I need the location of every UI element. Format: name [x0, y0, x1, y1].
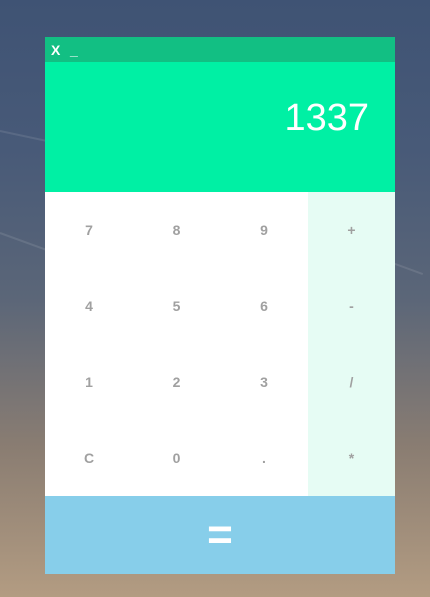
key-9[interactable]: 9: [220, 192, 308, 268]
key-0[interactable]: 0: [133, 420, 220, 496]
title-bar: X _: [45, 37, 395, 62]
key-5[interactable]: 5: [133, 268, 220, 344]
close-button[interactable]: X: [51, 41, 60, 59]
key-7[interactable]: 7: [45, 192, 133, 268]
display-value: 1337: [284, 97, 369, 139]
key-1[interactable]: 1: [45, 344, 133, 420]
key-8[interactable]: 8: [133, 192, 220, 268]
key-6[interactable]: 6: [220, 268, 308, 344]
key-3[interactable]: 3: [220, 344, 308, 420]
minimize-button[interactable]: _: [70, 41, 78, 59]
equals-button[interactable]: =: [45, 496, 395, 574]
display-panel: 1337: [45, 62, 395, 192]
key-plus[interactable]: +: [308, 192, 395, 268]
key-multiply[interactable]: *: [308, 420, 395, 496]
key-2[interactable]: 2: [133, 344, 220, 420]
key-clear[interactable]: C: [45, 420, 133, 496]
key-4[interactable]: 4: [45, 268, 133, 344]
key-minus[interactable]: -: [308, 268, 395, 344]
calculator-window: X _ 1337 7 8 9 + 4 5 6 - 1 2 3 / C 0 . *…: [45, 37, 395, 574]
keypad: 7 8 9 + 4 5 6 - 1 2 3 / C 0 . *: [45, 192, 395, 496]
key-divide[interactable]: /: [308, 344, 395, 420]
key-decimal[interactable]: .: [220, 420, 308, 496]
